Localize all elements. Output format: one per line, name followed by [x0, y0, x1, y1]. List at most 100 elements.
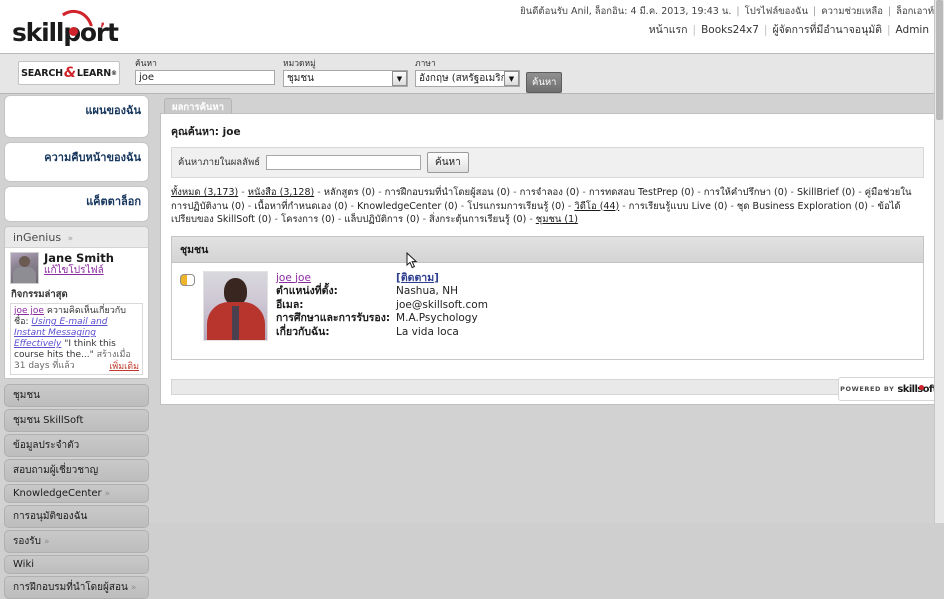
- separator: -: [510, 187, 520, 198]
- sidebar-item-ask-expert[interactable]: สอบถามผู้เชี่ยวชาญ: [4, 459, 149, 482]
- follow-link[interactable]: [ติดตาม]: [396, 272, 439, 284]
- facet-projects[interactable]: โครงการ (0): [281, 214, 335, 225]
- activity-more-link[interactable]: เพิ่มเติม: [109, 362, 139, 373]
- facet-simulation[interactable]: การจำลอง (0): [520, 187, 580, 198]
- follow-link-wrap[interactable]: [ติดตาม]: [396, 272, 488, 286]
- sidebar-item-label: ชุมชน: [13, 390, 41, 401]
- sidebar-item-community[interactable]: ชุมชน: [4, 384, 149, 407]
- ingenius-header[interactable]: inGenius »: [5, 227, 148, 247]
- catalog-title: แค็ตตาล็อก: [86, 195, 141, 208]
- logout-link[interactable]: ล็อกเอาท์: [896, 6, 934, 17]
- search-button[interactable]: ค้นหา: [526, 72, 563, 93]
- my-profile-link[interactable]: โปรไฟล์ของฉัน: [745, 6, 808, 17]
- sidebar-item-support[interactable]: รองรับ»: [4, 530, 149, 553]
- facet-business-exploration[interactable]: ชุด Business Exploration (0): [737, 201, 868, 212]
- category-field-group: หมวดหมู่ ชุมชน ▼: [283, 59, 408, 87]
- category-field-label: หมวดหมู่: [283, 59, 316, 69]
- help-link[interactable]: ความช่วยเหลือ: [821, 6, 883, 17]
- search-field-group: ค้นหา: [135, 59, 275, 85]
- sidebar-item-label: ชุมชน SkillSoft: [13, 415, 84, 426]
- sidebar-item-label: KnowledgeCenter: [13, 488, 102, 499]
- nav-admin[interactable]: Admin: [891, 24, 934, 36]
- sidebar-item-ilt[interactable]: การฝึกอบรมที่นำโดยผู้สอน»: [4, 576, 149, 599]
- welcome-text: ยินดีต้อนรับ Anil, ล็อกอิน: 4 มี.ค. 2013…: [520, 6, 732, 17]
- sidebar-item-wiki[interactable]: Wiki: [4, 555, 149, 574]
- catalog-card[interactable]: แค็ตตาล็อก: [4, 186, 149, 222]
- refine-search-input[interactable]: [266, 155, 422, 170]
- sidebar-item-label: Wiki: [13, 559, 35, 570]
- facet-labs[interactable]: แล็บปฏิบัติการ (0): [344, 214, 419, 225]
- logo-trademark-icon: ʼ: [100, 21, 105, 37]
- language-select-wrap[interactable]: อังกฤษ (สหรัฐอเมริกา) ▼: [415, 70, 520, 87]
- facet-links: ทั้งหมด (3,173) - หนังสือ (3,128) - หลัก…: [171, 186, 924, 227]
- facet-custom-content[interactable]: เนื้อหาที่กำหนดเอง (0): [254, 201, 347, 212]
- sidebar-item-knowledgecenter[interactable]: KnowledgeCenter»: [4, 484, 149, 503]
- facet-all[interactable]: ทั้งหมด (3,173): [171, 187, 238, 198]
- facet-ilt[interactable]: การฝึกอบรมที่นำโดยผู้สอน (0): [385, 187, 511, 198]
- sidebar-item-label: การอนุมัติของฉัน: [13, 511, 88, 522]
- chevron-down-icon[interactable]: ▼: [392, 71, 407, 86]
- left-sidebar: แผนของฉัน ความคืบหน้าของฉัน แค็ตตาล็อก i…: [0, 95, 155, 599]
- facet-mentoring[interactable]: การให้คำปรึกษา (0): [704, 187, 788, 198]
- facet-live-learning[interactable]: การเรียนรู้แบบ Live (0): [629, 201, 728, 212]
- refine-search-button[interactable]: ค้นหา: [427, 152, 469, 173]
- facet-courses[interactable]: หลักสูตร (0): [324, 187, 375, 198]
- chevron-down-icon[interactable]: ▼: [504, 71, 519, 86]
- badge-search-text: SEARCH: [21, 67, 63, 79]
- ingenius-user: Jane Smith แก้ไขโปรไฟล์: [10, 252, 143, 284]
- separator: -: [564, 200, 575, 212]
- skillsoft-wordmark: skillsoft: [897, 383, 937, 395]
- scrollbar-thumb[interactable]: [936, 0, 943, 120]
- separator: -: [787, 187, 797, 198]
- sidebar-item-skillsoft-community[interactable]: ชุมชน SkillSoft: [4, 409, 149, 432]
- facet-learning-boosters[interactable]: สิ่งกระตุ้นการเรียนรู้ (0): [429, 214, 526, 225]
- main-nav: หน้าแรก | Books24x7 | ผู้จัดการที่มีอำนาจอนุ…: [644, 21, 934, 38]
- search-field-label: ค้นหา: [135, 59, 157, 69]
- search-input[interactable]: [135, 70, 275, 85]
- select-result-checkbox[interactable]: [180, 273, 195, 286]
- badge-ampersand: &: [63, 65, 76, 81]
- chevron-right-icon[interactable]: »: [65, 234, 74, 244]
- logo-dot-icon: [69, 27, 78, 36]
- facet-skillbrief[interactable]: SkillBrief (0): [797, 187, 855, 198]
- separator: -: [457, 200, 468, 212]
- sidebar-item-label: รองรับ: [13, 536, 41, 547]
- nav-approval-manager[interactable]: ผู้จัดการที่มีอำนาจอนุมัติ: [767, 24, 887, 36]
- facet-community[interactable]: ชุมชน (1): [536, 214, 578, 225]
- email-value: joe@skillsoft.com: [396, 298, 488, 311]
- nav-home[interactable]: หน้าแรก: [644, 24, 693, 36]
- page-root: ยินดีต้อนรับ Anil, ล็อกอิน: 4 มี.ค. 2013…: [0, 0, 944, 599]
- facet-books[interactable]: หนังสือ (3,128): [248, 187, 315, 198]
- ingenius-widget: inGenius » Jane Smith แก้ไขโปรไฟล์ กิจกร…: [4, 226, 149, 379]
- facet-videos[interactable]: วิดีโอ (44): [574, 201, 619, 212]
- facet-learning-programs[interactable]: โปรแกรมการเรียนรู้ (0): [467, 201, 565, 212]
- skillport-logo[interactable]: skillport ʼ: [12, 5, 119, 47]
- sidebar-item-profile[interactable]: ข้อมูลประจำตัว: [4, 434, 149, 457]
- ingenius-body: Jane Smith แก้ไขโปรไฟล์ กิจกรรมล่าสุด jo…: [5, 247, 148, 378]
- tab-strip: ผลการค้นหา: [160, 98, 935, 117]
- search-and-learn-badge: SEARCH & LEARN ®: [18, 61, 120, 85]
- facet-knowledgecenter[interactable]: KnowledgeCenter (0): [357, 201, 458, 212]
- powered-by-text: POWERED BY: [840, 385, 895, 393]
- edit-profile-link[interactable]: แก้ไขโปรไฟล์: [44, 265, 114, 277]
- refine-search-row: ค้นหาภายในผลลัพธ์ ค้นหา: [171, 147, 924, 178]
- language-field-group: ภาษา อังกฤษ (สหรัฐอเมริกา) ▼: [415, 59, 520, 87]
- separator: -: [727, 200, 737, 212]
- facet-testprep[interactable]: การทดสอบ TestPrep (0): [589, 187, 695, 198]
- category-select[interactable]: ชุมชน: [283, 70, 408, 87]
- my-progress-card[interactable]: ความคืบหน้าของฉัน: [4, 142, 149, 182]
- language-select-value: อังกฤษ (สหรัฐอเมริกา): [419, 73, 517, 84]
- person-name-link[interactable]: joe joe: [276, 272, 311, 284]
- separator: -: [244, 200, 255, 212]
- sidebar-item-label: สอบถามผู้เชี่ยวชาญ: [13, 465, 99, 476]
- vertical-scrollbar[interactable]: [934, 0, 944, 523]
- sidebar-item-my-approvals[interactable]: การอนุมัติของฉัน: [4, 505, 149, 528]
- activity-author-link[interactable]: joe joe: [14, 306, 44, 316]
- my-plan-card[interactable]: แผนของฉัน: [4, 95, 149, 138]
- about-me-value: La vida loca: [396, 325, 459, 338]
- category-select-wrap[interactable]: ชุมชน ▼: [283, 70, 408, 87]
- language-field-label: ภาษา: [415, 59, 436, 69]
- separator: |: [886, 24, 891, 36]
- nav-books24x7[interactable]: Books24x7: [696, 24, 764, 36]
- education-label: การศึกษาและการรับรอง:: [276, 312, 391, 324]
